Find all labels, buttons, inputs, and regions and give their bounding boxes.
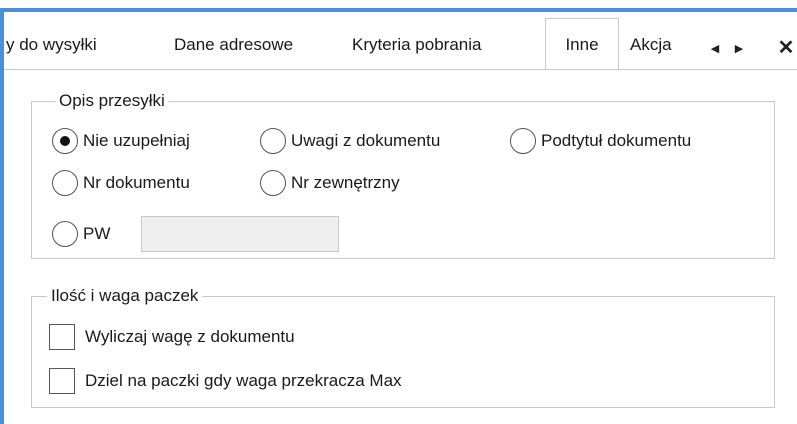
radio-nie-uzupelniaj[interactable]: Nie uzupełniaj: [52, 128, 190, 154]
tab-scroll-right-icon[interactable]: ▶: [732, 42, 746, 56]
window-top: [0, 0, 797, 8]
pw-input[interactable]: [141, 216, 339, 252]
radio-button-icon: [260, 170, 286, 196]
radio-label: Nr zewnętrzny: [291, 173, 400, 192]
checkbox-label: Dziel na paczki gdy waga przekracza Max: [85, 371, 402, 390]
radio-uwagi-z-dokumentu[interactable]: Uwagi z dokumentu: [260, 128, 440, 154]
tab-label: Inne: [565, 35, 599, 54]
tab-akcja[interactable]: Akcja: [630, 30, 672, 60]
checkbox-label: Wyliczaj wagę z dokumentu: [85, 327, 295, 346]
checkbox-icon: [49, 368, 75, 394]
close-icon[interactable]: ✕: [776, 38, 796, 58]
radio-podtytul-dokumentu[interactable]: Podtytuł dokumentu: [510, 128, 691, 154]
radio-label: Uwagi z dokumentu: [291, 131, 441, 150]
radio-label: Nie uzupełniaj: [83, 131, 190, 150]
radio-button-icon: [260, 128, 286, 154]
radio-button-icon: [52, 170, 78, 196]
radio-pw[interactable]: PW: [52, 221, 110, 247]
tab-strip: y do wysyłki Dane adresowe Kryteria pobr…: [4, 12, 797, 71]
checkbox-dziel-na-paczki[interactable]: Dziel na paczki gdy waga przekracza Max: [49, 368, 402, 394]
group-title: Opis przesyłki: [55, 90, 169, 112]
checkbox-wyliczaj-wage[interactable]: Wyliczaj wagę z dokumentu: [49, 324, 295, 350]
tab-content-inne: Opis przesyłki Nie uzupełniaj Uwagi z do…: [4, 70, 797, 424]
radio-nr-dokumentu[interactable]: Nr dokumentu: [52, 170, 190, 196]
radio-button-icon: [52, 221, 78, 247]
group-title: Ilość i waga paczek: [47, 285, 203, 307]
radio-button-icon: [510, 128, 536, 154]
tab-scroll-left-icon[interactable]: ◀: [708, 42, 722, 56]
tab-label: Dane adresowe: [174, 35, 294, 54]
radio-button-icon: [52, 128, 78, 154]
radio-label: Podtytuł dokumentu: [541, 131, 692, 150]
tab-wysylki[interactable]: y do wysyłki: [6, 30, 97, 60]
tab-label: Kryteria pobrania: [352, 35, 482, 54]
tab-kryteria-pobrania[interactable]: Kryteria pobrania: [352, 30, 481, 60]
tab-inne[interactable]: Inne: [545, 18, 619, 71]
radio-label: Nr dokumentu: [83, 173, 190, 192]
tab-dane-adresowe[interactable]: Dane adresowe: [174, 30, 293, 60]
checkbox-icon: [49, 324, 75, 350]
radio-nr-zewnetrzny[interactable]: Nr zewnętrzny: [260, 170, 400, 196]
tab-label: y do wysyłki: [6, 35, 97, 54]
radio-label: PW: [83, 224, 111, 243]
tab-label: Akcja: [630, 35, 672, 54]
